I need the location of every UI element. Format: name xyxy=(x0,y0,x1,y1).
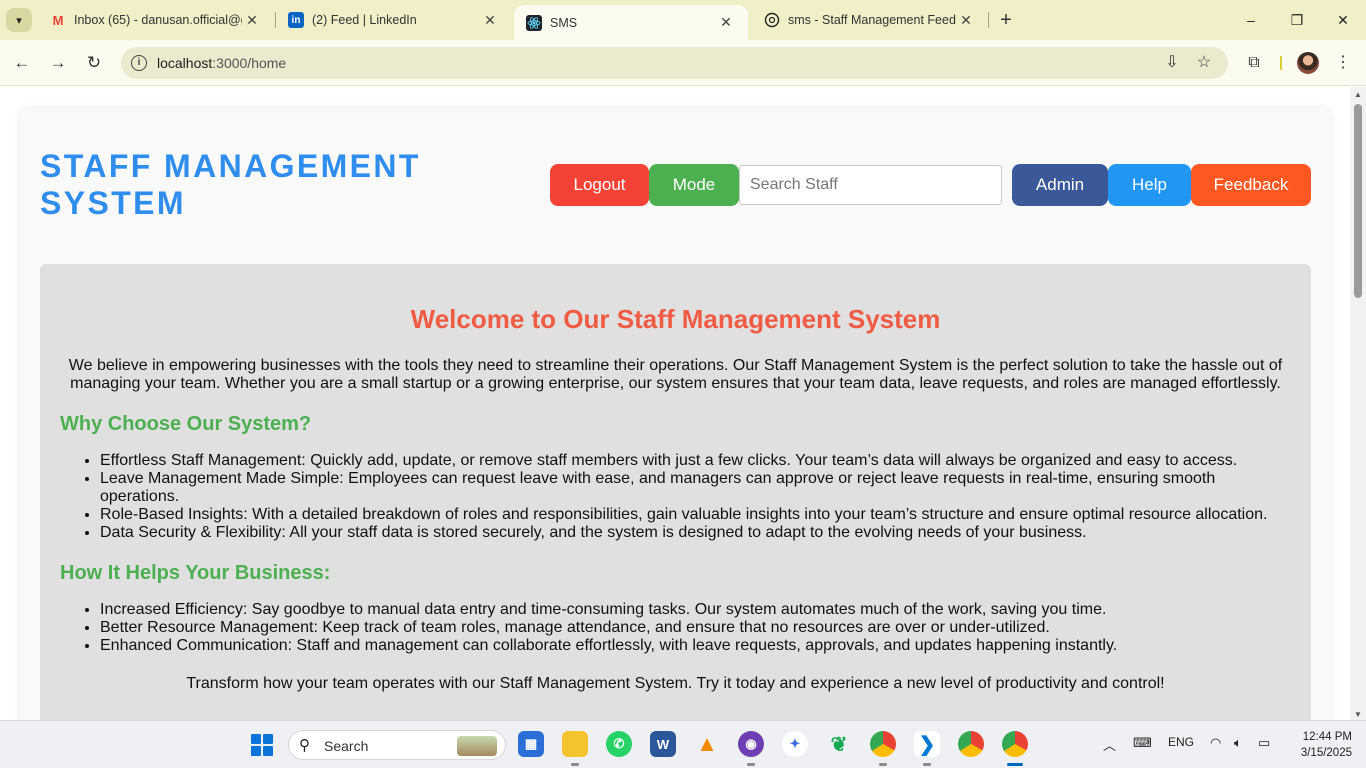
scroll-up-arrow-icon[interactable]: ▲ xyxy=(1354,90,1362,99)
list-item: Data Security & Flexibility: All your st… xyxy=(100,524,1290,542)
admin-button[interactable]: Admin xyxy=(1012,164,1108,206)
gmail-icon: M xyxy=(52,12,64,28)
mode-toggle-button[interactable]: Mode xyxy=(649,164,739,206)
list-item: Role-Based Insights: With a detailed bre… xyxy=(100,506,1290,524)
forward-button[interactable]: → xyxy=(46,51,70,75)
search-icon: ⚲ xyxy=(299,737,310,754)
feedback-button[interactable]: Feedback xyxy=(1191,164,1311,206)
keyboard-icon[interactable]: ⌨ xyxy=(1133,735,1152,751)
mongodb-icon[interactable]: ❦ xyxy=(826,731,852,757)
microsoft-store-icon[interactable]: ▦ xyxy=(518,731,544,757)
browser-menu-icon[interactable]: ⋮ xyxy=(1332,52,1354,74)
list-item: Better Resource Management: Keep track o… xyxy=(100,619,1290,637)
battery-icon[interactable]: ▭ xyxy=(1258,735,1270,751)
search-highlight-image xyxy=(457,736,497,756)
bookmark-star-icon[interactable]: ☆ xyxy=(1193,52,1215,74)
help-button[interactable]: Help xyxy=(1108,164,1191,206)
why-choose-list: Effortless Staff Management: Quickly add… xyxy=(100,452,1290,542)
github-desktop-icon[interactable]: ◉ xyxy=(738,731,764,766)
tab-title: Inbox (65) - danusan.official@g xyxy=(74,13,242,27)
clock-time: 12:44 PM xyxy=(1302,731,1352,743)
chrome-profile-icon[interactable] xyxy=(870,731,896,766)
taskbar-search-label: Search xyxy=(324,738,369,754)
reload-button[interactable]: ↻ xyxy=(82,51,106,75)
welcome-section: Welcome to Our Staff Management System W… xyxy=(40,264,1311,720)
tab-sms[interactable]: SMS ✕ xyxy=(514,5,748,40)
welcome-heading: Welcome to Our Staff Management System xyxy=(410,304,941,334)
ai-app-icon[interactable]: ✦ xyxy=(782,731,808,757)
windows-start-icon[interactable] xyxy=(251,734,273,756)
chrome-active-icon[interactable] xyxy=(1002,731,1028,766)
file-explorer-icon[interactable] xyxy=(562,731,588,766)
close-tab-icon[interactable]: ✕ xyxy=(242,12,262,29)
maximize-button[interactable]: ❐ xyxy=(1282,8,1312,32)
url-host: localhost xyxy=(157,55,213,71)
tab-linkedin[interactable]: in (2) Feed | LinkedIn ✕ xyxy=(276,0,512,40)
site-info-icon[interactable]: i xyxy=(131,55,147,71)
browser-toolbar: ← → ↻ i localhost:3000/home ⇩ ☆ ⧉ ⋮ xyxy=(0,40,1366,86)
url-path: :3000/home xyxy=(212,55,287,71)
how-it-helps-list: Increased Efficiency: Say goodbye to man… xyxy=(100,601,1290,655)
close-tab-icon[interactable]: ✕ xyxy=(480,12,500,29)
vlc-icon[interactable]: ▲ xyxy=(694,731,720,757)
url-text[interactable]: localhost:3000/home xyxy=(157,55,286,71)
search-staff-input[interactable] xyxy=(739,165,1002,205)
close-window-button[interactable]: ✕ xyxy=(1328,8,1358,32)
intro-paragraph: We believe in empowering businesses with… xyxy=(68,357,1283,392)
openai-icon xyxy=(764,12,780,28)
extensions-icon[interactable]: ⧉ xyxy=(1243,52,1265,74)
how-it-helps-heading: How It Helps Your Business: xyxy=(60,562,331,584)
whatsapp-icon[interactable]: ✆ xyxy=(606,731,632,757)
browser-tab-strip: ▾ M Inbox (65) - danusan.official@g ✕ in… xyxy=(0,0,1366,40)
word-icon[interactable]: W xyxy=(650,731,676,757)
minimize-button[interactable]: – xyxy=(1236,8,1266,32)
taskbar-search-box[interactable]: ⚲ Search xyxy=(288,730,506,760)
clock-date: 3/15/2025 xyxy=(1300,747,1352,759)
toolbar-divider xyxy=(1280,56,1282,70)
linkedin-icon: in xyxy=(288,12,304,28)
list-item: Increased Efficiency: Say goodbye to man… xyxy=(100,601,1290,619)
scroll-down-arrow-icon[interactable]: ▼ xyxy=(1354,710,1362,719)
page-scrollbar[interactable]: ▲ ▼ xyxy=(1350,87,1366,720)
close-tab-icon[interactable]: ✕ xyxy=(716,14,736,31)
address-bar[interactable]: i localhost:3000/home xyxy=(121,47,1228,79)
profile-avatar[interactable] xyxy=(1297,52,1319,74)
list-item: Effortless Staff Management: Quickly add… xyxy=(100,452,1290,470)
install-app-icon[interactable]: ⇩ xyxy=(1161,52,1183,74)
scrollbar-thumb[interactable] xyxy=(1354,104,1362,298)
taskbar-clock[interactable]: 12:44 PM 3/15/2025 xyxy=(1286,729,1352,761)
tab-gmail[interactable]: M Inbox (65) - danusan.official@g ✕ xyxy=(38,0,274,40)
language-indicator[interactable]: ENG xyxy=(1168,735,1194,749)
tab-title: (2) Feed | LinkedIn xyxy=(312,13,417,27)
volume-icon[interactable]: 🔈︎ xyxy=(1234,735,1242,751)
new-tab-button[interactable]: + xyxy=(995,9,1017,31)
tab-search-button[interactable]: ▾ xyxy=(6,8,32,32)
windows-taskbar: ⚲ Search ▦ ✆ W ▲ ◉ ✦ ❦ ❯ ︿ ⌨ ENG ◠ 🔈︎ ▭ … xyxy=(0,720,1366,768)
show-hidden-icons-chevron-icon[interactable]: ︿ xyxy=(1103,735,1116,754)
react-icon xyxy=(526,14,542,31)
tab-chatgpt[interactable]: sms - Staff Management Feedb ✕ xyxy=(752,0,988,40)
tab-title: sms - Staff Management Feedb xyxy=(788,13,956,27)
vscode-icon[interactable]: ❯ xyxy=(914,731,940,766)
tab-title: SMS xyxy=(550,15,578,30)
closing-paragraph: Transform how your team operates with ou… xyxy=(186,675,1165,692)
chrome-icon[interactable] xyxy=(958,731,984,757)
list-item: Enhanced Communication: Staff and manage… xyxy=(100,637,1290,655)
close-tab-icon[interactable]: ✕ xyxy=(956,12,976,29)
page-viewport: STAFF MANAGEMENT SYSTEM Logout Mode Admi… xyxy=(0,87,1350,720)
list-item: Leave Management Made Simple: Employees … xyxy=(100,470,1290,506)
app-title: STAFF MANAGEMENT SYSTEM xyxy=(40,148,421,221)
wifi-icon[interactable]: ◠ xyxy=(1210,735,1221,751)
back-button[interactable]: ← xyxy=(10,51,34,75)
logout-button[interactable]: Logout xyxy=(550,164,649,206)
tab-separator xyxy=(988,12,989,28)
why-choose-heading: Why Choose Our System? xyxy=(60,413,312,435)
